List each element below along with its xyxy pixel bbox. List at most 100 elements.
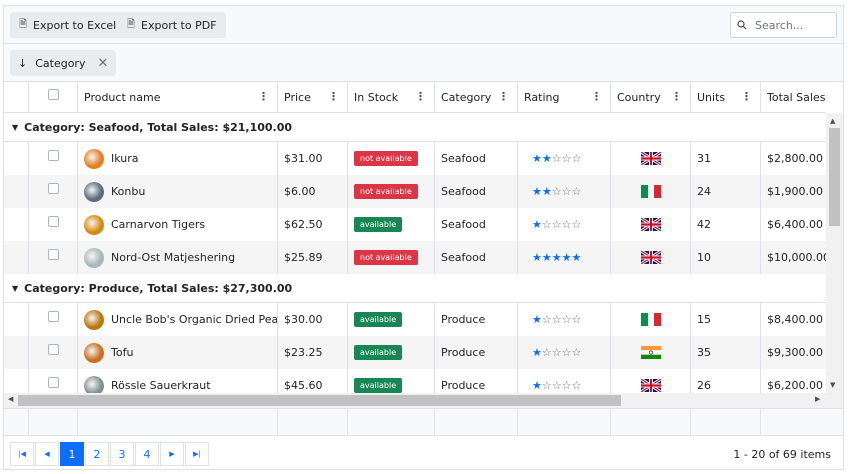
footer-cell xyxy=(28,409,77,436)
vertical-scrollbar[interactable]: ▲ ▼ xyxy=(826,113,843,393)
column-menu-icon[interactable]: ⋮ xyxy=(498,90,509,103)
scroll-right-icon[interactable]: ▶ xyxy=(815,395,820,403)
star-empty-icon: ☆ xyxy=(551,346,562,359)
search-box xyxy=(730,12,837,38)
next-page-button[interactable]: ▶ xyxy=(160,442,184,466)
page-button-4[interactable]: 4 xyxy=(135,442,159,466)
select-all-checkbox[interactable] xyxy=(47,89,59,100)
row-select-checkbox[interactable] xyxy=(47,183,59,194)
cell-category: Seafood xyxy=(434,241,517,274)
collapse-group-icon[interactable]: ▼ xyxy=(12,123,18,132)
table-row[interactable]: Rössle Sauerkraut $45.60 available Produce ★… xyxy=(4,369,826,393)
cell-units: 42 xyxy=(690,208,760,241)
page-button-1[interactable]: 1 xyxy=(60,442,84,466)
column-header-total-sales[interactable]: Total Sales xyxy=(760,82,826,113)
table-row[interactable]: Carnarvon Tigers $62.50 available Seafood ★☆… xyxy=(4,208,826,241)
cell-select xyxy=(28,336,77,369)
previous-page-button[interactable]: ◀ xyxy=(35,442,59,466)
star-rating: ★★☆☆☆ xyxy=(532,185,581,198)
column-header-category[interactable]: Category ⋮ xyxy=(434,82,517,113)
cell-category-value: Seafood xyxy=(441,251,486,264)
star-filled-icon: ★ xyxy=(541,152,552,165)
row-select-checkbox[interactable] xyxy=(47,216,59,227)
first-page-button[interactable]: |◀ xyxy=(10,442,34,466)
cell-units: 31 xyxy=(690,142,760,175)
search-input[interactable] xyxy=(753,17,827,33)
page-button-3[interactable]: 3 xyxy=(110,442,134,466)
star-empty-icon: ☆ xyxy=(541,218,552,231)
cell-name: Rössle Sauerkraut xyxy=(77,369,277,393)
cell-name: Tofu xyxy=(77,336,277,369)
cell-price-value: $23.25 xyxy=(284,346,323,359)
product-image xyxy=(84,214,104,235)
flag-italy-icon xyxy=(641,313,661,326)
scroll-down-icon[interactable]: ▼ xyxy=(830,381,835,389)
page-button-2[interactable]: 2 xyxy=(85,442,109,466)
star-filled-icon: ★ xyxy=(532,313,542,326)
group-header-row[interactable]: ▼ Category: Produce, Total Sales: $27,300… xyxy=(4,274,826,303)
row-select-checkbox[interactable] xyxy=(47,311,59,322)
stock-status-badge: available xyxy=(354,378,403,393)
column-menu-icon[interactable]: ⋮ xyxy=(415,90,426,103)
close-icon[interactable]: ✕ xyxy=(97,56,108,71)
flag-uk-icon xyxy=(640,216,662,233)
column-header-label: Units xyxy=(697,91,726,104)
column-header-rating[interactable]: Rating ⋮ xyxy=(517,82,610,113)
table-row[interactable]: Nord-Ost Matjeshering $25.89 not available… xyxy=(4,241,826,274)
cell-total: $6,200.00 xyxy=(760,369,826,393)
column-menu-icon[interactable]: ⋮ xyxy=(328,90,339,103)
table-row[interactable]: Uncle Bob's Organic Dried Pears $30.00 ava… xyxy=(4,303,826,336)
product-image xyxy=(84,181,104,202)
collapse-group-icon[interactable]: ▼ xyxy=(12,284,18,293)
row-select-checkbox[interactable] xyxy=(47,344,59,355)
last-page-button[interactable]: ▶| xyxy=(185,442,209,466)
star-filled-icon: ★ xyxy=(532,251,542,264)
column-menu-icon[interactable]: ⋮ xyxy=(258,90,269,103)
product-name: Rössle Sauerkraut xyxy=(111,379,211,392)
export-excel-button[interactable]: 🗎 Export to Excel xyxy=(10,12,126,38)
group-panel: ↓ Category ✕ xyxy=(4,44,843,82)
star-filled-icon: ★ xyxy=(532,346,542,359)
column-menu-icon[interactable]: ⋮ xyxy=(591,90,602,103)
column-menu-icon[interactable]: ⋮ xyxy=(671,90,682,103)
star-filled-icon: ★ xyxy=(541,185,552,198)
table-row[interactable]: Konbu $6.00 not available Seafood ★★☆☆☆ 24 $1,… xyxy=(4,175,826,208)
column-header-in-stock[interactable]: In Stock ⋮ xyxy=(347,82,434,113)
export-pdf-button[interactable]: 🗎 Export to PDF xyxy=(118,12,226,38)
column-menu-icon[interactable]: ⋮ xyxy=(741,90,752,103)
column-header-units[interactable]: Units ⋮ xyxy=(690,82,760,113)
cell-units-value: 24 xyxy=(697,185,711,198)
scrollbar-thumb[interactable] xyxy=(18,395,621,406)
row-select-checkbox[interactable] xyxy=(47,377,59,388)
previous-page-icon: ◀ xyxy=(44,450,50,458)
flag-india-icon xyxy=(641,346,661,359)
cell-price: $6.00 xyxy=(277,175,347,208)
data-grid: 🗎 Export to Excel 🗎 Export to PDF ↓ Cate… xyxy=(3,5,844,470)
product-image xyxy=(84,247,104,268)
group-header-row[interactable]: ▼ Category: Seafood, Total Sales: $21,100… xyxy=(4,113,826,142)
star-filled-icon: ★ xyxy=(532,379,542,392)
table-row[interactable]: Ikura $31.00 not available Seafood ★★☆☆☆ 31 $2… xyxy=(4,142,826,175)
table-row[interactable]: Tofu $23.25 available Produce ★☆☆☆☆ 35 $9,300.… xyxy=(4,336,826,369)
scrollbar-thumb[interactable] xyxy=(829,128,840,226)
cell-units: 15 xyxy=(690,303,760,336)
cell-rating: ★☆☆☆☆ xyxy=(517,369,610,393)
cell-category: Seafood xyxy=(434,175,517,208)
cell-total-value: $1,900.00 xyxy=(767,185,823,198)
cell-units: 10 xyxy=(690,241,760,274)
scroll-left-icon[interactable]: ◀ xyxy=(8,395,13,403)
group-chip-category[interactable]: ↓ Category ✕ xyxy=(10,50,117,76)
cell-units: 35 xyxy=(690,336,760,369)
horizontal-scrollbar[interactable]: ◀ ▶ xyxy=(4,393,826,408)
scroll-up-icon[interactable]: ▲ xyxy=(830,117,835,125)
column-header-product[interactable]: Product name ⋮ xyxy=(77,82,277,113)
cell-category-value: Produce xyxy=(441,346,486,359)
star-empty-icon: ☆ xyxy=(571,218,582,231)
row-select-checkbox[interactable] xyxy=(47,150,59,161)
column-header-price[interactable]: Price ⋮ xyxy=(277,82,347,113)
column-header-label: Product name xyxy=(84,91,161,104)
row-select-checkbox[interactable] xyxy=(47,249,59,260)
column-header-country[interactable]: Country ⋮ xyxy=(610,82,690,113)
star-empty-icon: ☆ xyxy=(541,313,552,326)
cell-flag xyxy=(610,241,690,274)
